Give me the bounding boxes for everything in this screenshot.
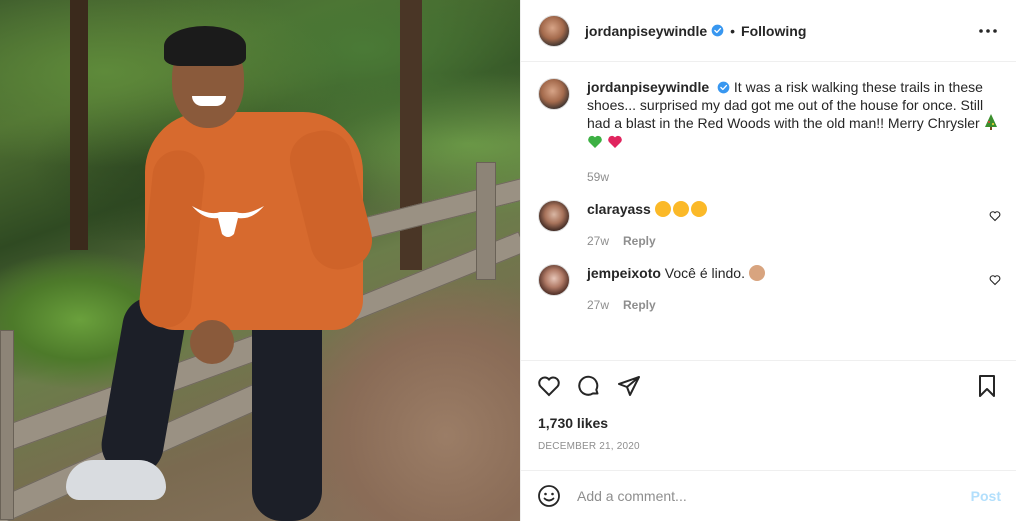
reply-button[interactable]: Reply — [623, 296, 656, 314]
avatar[interactable] — [538, 200, 570, 232]
following-button[interactable]: Following — [741, 23, 806, 39]
comment-item: jempeixoto Você é lindo. 27w Reply — [538, 264, 1001, 314]
likes-count[interactable]: 1,730 likes — [538, 415, 608, 431]
like-comment-heart-icon[interactable] — [989, 274, 1001, 286]
green-heart-emoji-icon — [588, 135, 602, 148]
post-comment-button[interactable]: Post — [971, 488, 1001, 504]
hand — [190, 320, 234, 364]
star-struck-emoji-icon — [690, 201, 707, 217]
smile — [192, 96, 226, 106]
avatar[interactable] — [538, 264, 570, 296]
comments-list[interactable]: jordanpiseywindle It was a risk walking … — [521, 62, 1016, 360]
christmas-tree-emoji-icon — [984, 114, 997, 130]
longhorn-logo — [192, 206, 264, 237]
share-paper-plane-icon[interactable] — [617, 374, 641, 398]
sneaker — [66, 460, 166, 500]
username-link[interactable]: jordanpiseywindle — [585, 23, 707, 39]
comment-input[interactable] — [577, 488, 963, 504]
hair — [164, 26, 246, 66]
tree-trunk — [70, 0, 88, 250]
save-bookmark-icon[interactable] — [975, 374, 999, 398]
star-struck-emoji-icon — [654, 201, 671, 217]
comment-text: Você é lindo. — [664, 265, 745, 281]
verified-badge-icon — [717, 81, 730, 94]
verified-badge-icon — [711, 24, 724, 37]
comment-composer: Post — [521, 470, 1016, 521]
comment-age[interactable]: 27w — [587, 232, 609, 250]
star-struck-emoji-icon — [672, 201, 689, 217]
caption-age[interactable]: 59w — [587, 168, 609, 186]
fence-post — [476, 162, 496, 280]
post-header: jordanpiseywindle • Following — [521, 0, 1016, 62]
comment-username[interactable]: clarayass — [587, 201, 651, 217]
like-heart-icon[interactable] — [537, 374, 561, 398]
instagram-post: jordanpiseywindle • Following jordanpise… — [0, 0, 1016, 521]
reply-button[interactable]: Reply — [623, 232, 656, 250]
action-bar — [521, 360, 1016, 410]
comment-age[interactable]: 27w — [587, 296, 609, 314]
like-comment-heart-icon[interactable] — [989, 210, 1001, 222]
comment-item: clarayass 27w Reply — [538, 200, 1001, 250]
avatar[interactable] — [538, 14, 570, 47]
avatar[interactable] — [538, 78, 570, 110]
post-photo[interactable] — [0, 0, 520, 521]
clapping-hands-emoji-icon — [748, 265, 765, 281]
post-date[interactable]: December 21, 2020 — [538, 441, 640, 452]
more-options-icon[interactable] — [976, 19, 1000, 43]
post-sidebar: jordanpiseywindle • Following jordanpise… — [520, 0, 1016, 521]
comment-bubble-icon[interactable] — [577, 374, 601, 398]
emoji-smiley-icon[interactable] — [537, 484, 561, 508]
fence-post — [0, 330, 14, 520]
comment-username[interactable]: jempeixoto — [587, 265, 661, 281]
red-heart-emoji-icon — [608, 135, 622, 148]
separator-dot: • — [730, 22, 736, 39]
leg — [252, 300, 322, 521]
caption-username[interactable]: jordanpiseywindle — [587, 79, 709, 95]
caption: jordanpiseywindle It was a risk walking … — [538, 78, 1001, 186]
